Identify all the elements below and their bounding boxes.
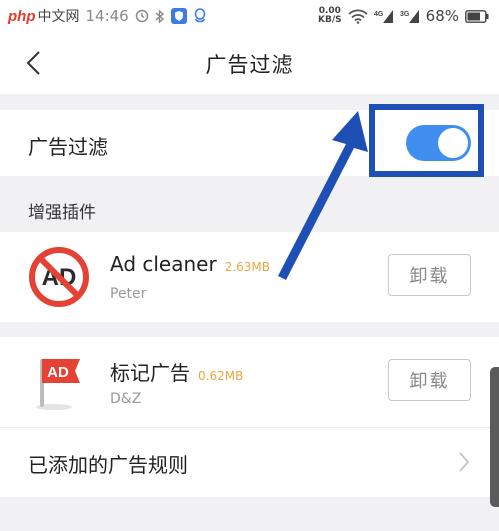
alarm-icon bbox=[135, 9, 149, 23]
battery-percentage: 68% bbox=[425, 7, 459, 25]
plugin-name-row: 标记广告 0.62MB bbox=[110, 357, 243, 386]
scrollbar-thumb[interactable] bbox=[490, 367, 499, 507]
network-speed-unit: KB/S bbox=[318, 15, 342, 25]
plugin-size: 2.63MB bbox=[224, 260, 271, 274]
ad-flag-icon: AD bbox=[36, 359, 80, 410]
no-ad-icon: AD bbox=[29, 247, 89, 307]
ad-filter-label: 广告过滤 bbox=[28, 135, 108, 159]
plugin-author: Peter bbox=[110, 286, 147, 302]
plugin-name: Ad cleaner bbox=[110, 252, 217, 276]
network-speed: 0.00 KB/S bbox=[318, 7, 342, 25]
status-bar-right: 0.00 KB/S 4G 3G 68% bbox=[318, 7, 489, 25]
plugin-author: D&Z bbox=[110, 391, 142, 407]
added-ad-rules-label: 已添加的广告规则 bbox=[28, 453, 188, 477]
toggle-knob bbox=[438, 128, 468, 158]
uninstall-button-ad-cleaner[interactable]: 卸载 bbox=[388, 254, 471, 296]
plugin-name-row: Ad cleaner 2.63MB bbox=[110, 252, 270, 276]
watermark-text: 中文网 bbox=[37, 9, 80, 25]
page-title: 广告过滤 bbox=[205, 53, 294, 77]
plugin-name: 标记广告 bbox=[110, 361, 190, 385]
watermark: php 中文网 bbox=[8, 6, 80, 26]
status-bar: php 中文网 14:46 0.00 KB/S 4G 3G 68% bbox=[0, 0, 499, 32]
shield-app-icon bbox=[170, 8, 187, 24]
status-time: 14:46 bbox=[85, 7, 129, 25]
status-bar-left: php 中文网 14:46 bbox=[8, 6, 207, 26]
plugin-item-mark-ad[interactable]: AD 标记广告 0.62MB D&Z 卸载 已添加的广告规则 bbox=[0, 337, 499, 497]
signal-2-label: 3G bbox=[400, 11, 410, 18]
qq-icon bbox=[193, 8, 207, 24]
chevron-right-icon bbox=[459, 452, 470, 472]
ad-filter-toggle[interactable] bbox=[406, 125, 471, 161]
watermark-logo: php bbox=[8, 8, 36, 25]
bluetooth-icon bbox=[155, 8, 165, 24]
signal-1-label: 4G bbox=[374, 11, 384, 18]
signal-icon-2: 3G bbox=[400, 9, 420, 24]
signal-icon-1: 4G bbox=[374, 9, 394, 24]
plugin-size: 0.62MB bbox=[198, 369, 244, 383]
svg-text:AD: AD bbox=[47, 364, 69, 381]
uninstall-button-mark-ad[interactable]: 卸载 bbox=[388, 359, 471, 401]
battery-icon bbox=[465, 9, 489, 23]
plugin-item-ad-cleaner[interactable]: AD Ad cleaner 2.63MB Peter 卸载 bbox=[0, 232, 499, 322]
app-header: 广告过滤 bbox=[0, 32, 499, 94]
section-title-plugins: 增强插件 bbox=[28, 203, 96, 223]
wifi-icon bbox=[348, 9, 368, 24]
added-ad-rules-row[interactable]: 已添加的广告规则 bbox=[0, 428, 499, 497]
